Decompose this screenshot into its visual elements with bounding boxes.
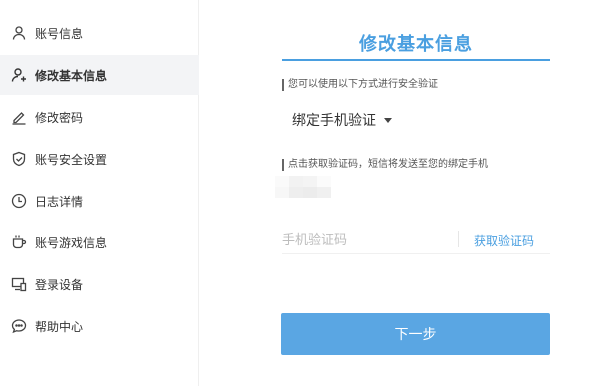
next-step-button[interactable]: 下一步 xyxy=(281,313,550,355)
verify-method-select[interactable]: 绑定手机验证 xyxy=(292,110,392,130)
sidebar-item-label: 日志详情 xyxy=(35,194,84,209)
get-code-button[interactable]: 获取验证码 xyxy=(474,232,534,249)
sidebar-item-log-details[interactable]: 日志详情 xyxy=(0,181,199,221)
sidebar-item-game-info[interactable]: 账号游戏信息 xyxy=(0,222,199,262)
verify-method-value: 绑定手机验证 xyxy=(292,113,376,129)
verification-code-row: 获取验证码 xyxy=(282,226,550,254)
user-icon xyxy=(11,25,27,41)
sidebar-item-account-info[interactable]: 账号信息 xyxy=(0,13,199,53)
sidebar-item-label: 修改基本信息 xyxy=(35,68,108,83)
caret-down-icon xyxy=(384,117,392,123)
sidebar-item-label: 账号安全设置 xyxy=(35,152,108,167)
sidebar: 账号信息 修改基本信息 修改密码 账号安全设置 日志详情 账号游戏信息 登录设备… xyxy=(0,0,199,386)
sidebar-item-label: 修改密码 xyxy=(35,110,84,125)
sidebar-item-login-devices[interactable]: 登录设备 xyxy=(0,264,199,304)
sidebar-item-label: 账号信息 xyxy=(35,26,84,41)
user-edit-icon xyxy=(11,67,27,83)
chat-icon xyxy=(11,318,27,334)
sidebar-item-change-password[interactable]: 修改密码 xyxy=(0,97,199,137)
verification-code-input[interactable] xyxy=(282,230,452,250)
cup-icon xyxy=(11,234,27,250)
sidebar-item-edit-basic-info[interactable]: 修改基本信息 xyxy=(0,55,199,95)
verify-methods-hint: 您可以使用以下方式进行安全验证 xyxy=(282,79,438,91)
sidebar-item-label: 登录设备 xyxy=(35,277,84,292)
divider xyxy=(458,231,459,247)
masked-phone-number xyxy=(275,176,331,198)
sidebar-item-help-center[interactable]: 帮助中心 xyxy=(0,306,199,346)
pen-icon xyxy=(11,109,27,125)
verify-code-hint: 点击获取验证码，短信将发送至您的绑定手机 xyxy=(282,159,488,171)
page-title: 修改基本信息 xyxy=(359,34,473,55)
title-underline xyxy=(282,59,550,61)
sidebar-item-label: 帮助中心 xyxy=(35,319,84,334)
device-icon xyxy=(11,276,27,292)
sidebar-item-security-settings[interactable]: 账号安全设置 xyxy=(0,139,199,179)
shield-icon xyxy=(11,151,27,167)
sidebar-item-label: 账号游戏信息 xyxy=(35,235,108,250)
clock-icon xyxy=(11,193,27,209)
main-panel: 修改基本信息 您可以使用以下方式进行安全验证 绑定手机验证 点击获取验证码，短信… xyxy=(200,0,592,386)
